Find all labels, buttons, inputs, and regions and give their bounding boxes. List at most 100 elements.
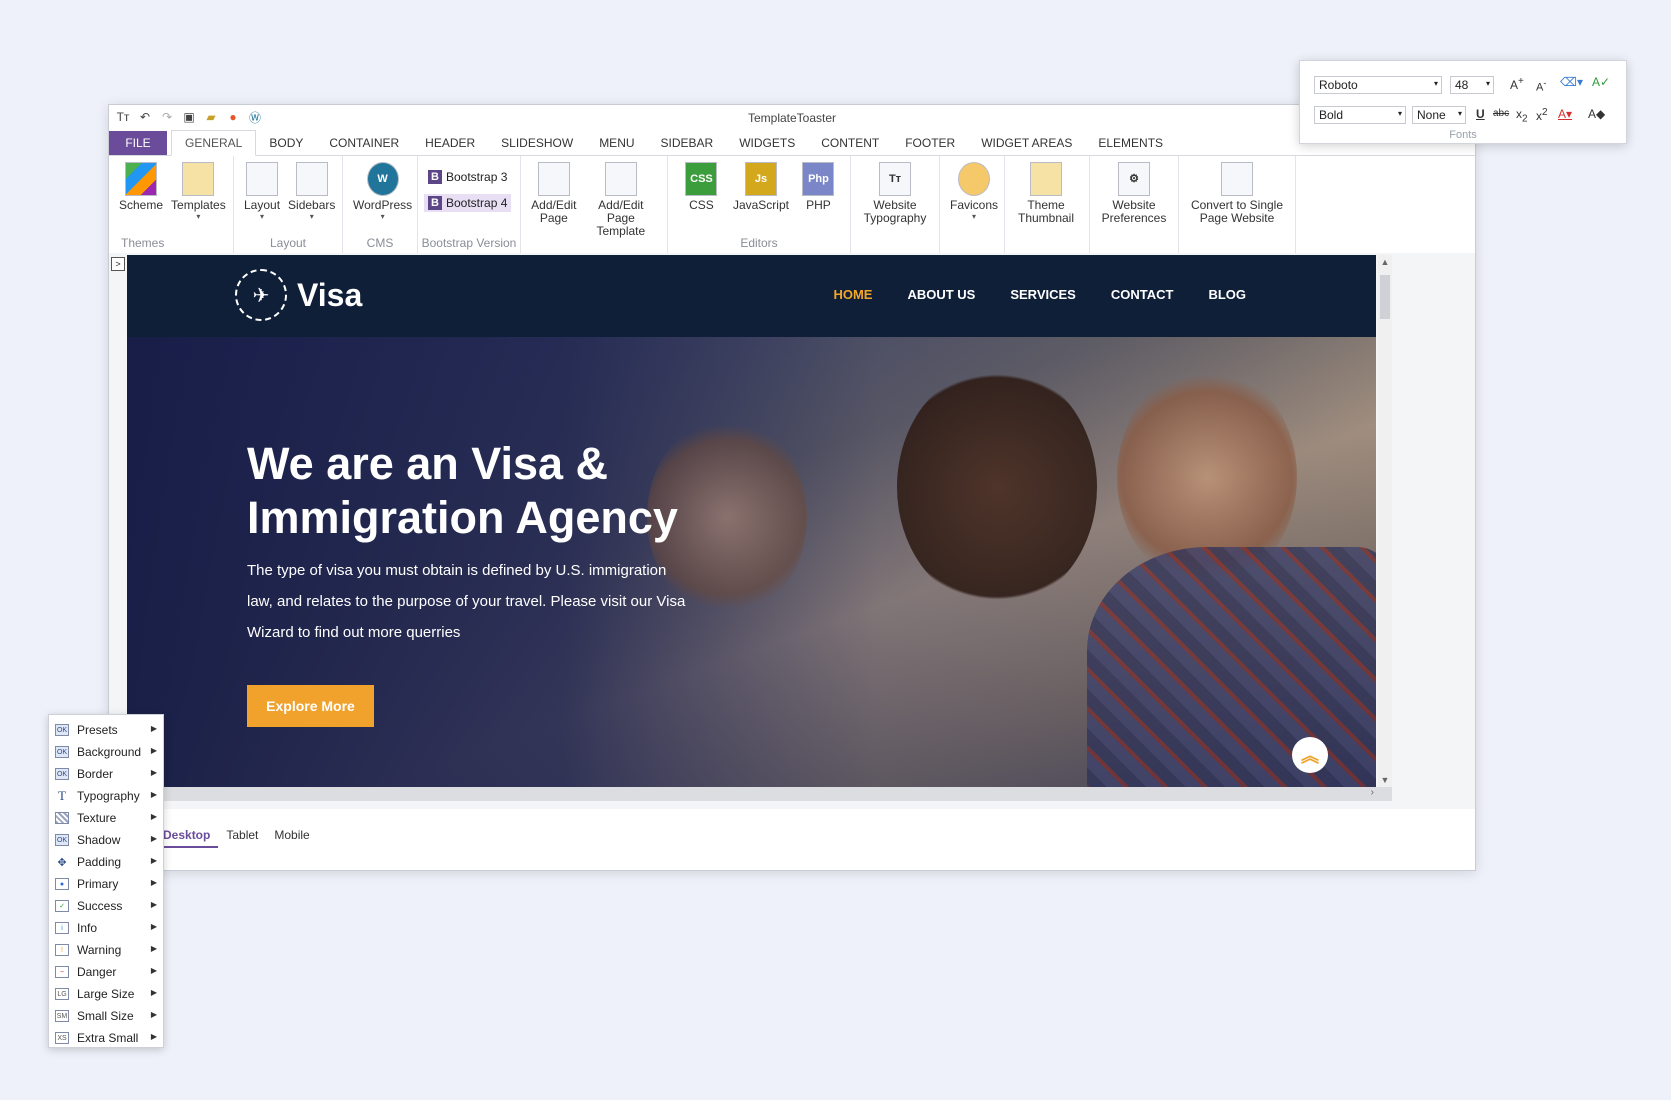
- ribbon-tabs: FILE GENERAL BODY CONTAINER HEADER SLIDE…: [109, 130, 1475, 156]
- submenu-arrow-icon: ▶: [150, 878, 157, 887]
- tab-container[interactable]: CONTAINER: [316, 131, 412, 155]
- horizontal-scrollbar[interactable]: ›: [127, 787, 1392, 801]
- tab-body[interactable]: BODY: [256, 131, 316, 155]
- bootstrap4-option[interactable]: B Bootstrap 4: [424, 194, 512, 212]
- hero-description[interactable]: The type of visa you must obtain is defi…: [247, 555, 687, 648]
- success-icon: ✓: [55, 900, 69, 912]
- clear-format-icon[interactable]: ⌫▾: [1560, 75, 1583, 89]
- underline-icon[interactable]: U: [1476, 107, 1485, 121]
- php-button[interactable]: Php PHP: [793, 156, 844, 212]
- menu-item-background[interactable]: OK Background ▶: [49, 741, 163, 763]
- menu-contact[interactable]: CONTACT: [1111, 287, 1174, 302]
- globe-plane-icon: ✈: [235, 269, 287, 321]
- menu-item-shadow[interactable]: OK Shadow ▶: [49, 829, 163, 851]
- menu-item-border[interactable]: OK Border ▶: [49, 763, 163, 785]
- scheme-icon: [125, 162, 158, 196]
- scroll-up-icon[interactable]: ▲: [1378, 255, 1392, 269]
- text-effects-icon[interactable]: A◆: [1588, 107, 1605, 121]
- menu-item-extra-small[interactable]: XS Extra Small ▶: [49, 1027, 163, 1049]
- scroll-thumb[interactable]: [1380, 275, 1390, 319]
- site-logo[interactable]: ✈ Visa: [235, 269, 362, 321]
- tab-file[interactable]: FILE: [109, 131, 167, 155]
- tab-menu[interactable]: MENU: [586, 131, 647, 155]
- scheme-button[interactable]: Scheme: [115, 156, 167, 212]
- hero-title[interactable]: We are an Visa & Immigration Agency: [247, 437, 717, 545]
- menu-item-success[interactable]: ✓ Success ▶: [49, 895, 163, 917]
- menu-services[interactable]: SERVICES: [1010, 287, 1076, 302]
- menu-item-info[interactable]: i Info ▶: [49, 917, 163, 939]
- tab-general[interactable]: GENERAL: [171, 130, 257, 156]
- tab-elements[interactable]: ELEMENTS: [1085, 131, 1176, 155]
- menu-blog[interactable]: BLOG: [1208, 287, 1246, 302]
- menu-item-typography[interactable]: T Typography ▶: [49, 785, 163, 807]
- decrease-font-icon[interactable]: A-: [1536, 78, 1546, 94]
- menu-item-padding[interactable]: ✥ Padding ▶: [49, 851, 163, 873]
- ribbon: Scheme Templates ▾ Themes Layout ▾ Sideb…: [109, 156, 1475, 255]
- menu-about-us[interactable]: ABOUT US: [907, 287, 975, 302]
- submenu-arrow-icon: ▶: [150, 790, 157, 799]
- menu-item-warning[interactable]: ! Warning ▶: [49, 939, 163, 961]
- hero-section[interactable]: We are an Visa & Immigration Agency The …: [127, 337, 1376, 787]
- tab-widget-areas[interactable]: WIDGET AREAS: [968, 131, 1085, 155]
- theme-thumbnail-button[interactable]: Theme Thumbnail: [1011, 156, 1081, 225]
- hero-photo-person2: [897, 367, 1097, 607]
- menu-item-presets[interactable]: OK Presets ▶: [49, 719, 163, 741]
- scroll-right-icon[interactable]: ›: [1371, 787, 1374, 798]
- font-color-icon[interactable]: A▾: [1558, 107, 1572, 121]
- font-weight-select[interactable]: Bold ▾: [1314, 106, 1406, 124]
- expand-panel-icon[interactable]: >: [111, 257, 125, 271]
- menu-item-small-size[interactable]: SM Small Size ▶: [49, 1005, 163, 1027]
- typography-icon: T: [58, 788, 66, 803]
- font-size-select[interactable]: 48 ▾: [1450, 76, 1494, 94]
- increase-font-icon[interactable]: A+: [1510, 76, 1524, 92]
- group-bootstrap: B Bootstrap 3 B Bootstrap 4 Bootstrap Vers…: [418, 156, 521, 254]
- design-canvas: > ✈ Visa HOME ABOUT US SERVICES CONTACT …: [109, 253, 1475, 809]
- add-edit-template-button[interactable]: Add/Edit Page Template: [581, 156, 661, 238]
- site-header[interactable]: ✈ Visa HOME ABOUT US SERVICES CONTACT BL…: [127, 255, 1376, 337]
- website-preferences-button[interactable]: ⚙ Website Preferences: [1096, 156, 1172, 225]
- subscript-icon[interactable]: x2: [1516, 107, 1528, 124]
- menu-item-texture[interactable]: Texture ▶: [49, 807, 163, 829]
- tab-sidebar[interactable]: SIDEBAR: [648, 131, 727, 155]
- tab-slideshow[interactable]: SLIDESHOW: [488, 131, 586, 155]
- favicons-button[interactable]: Favicons ▾: [946, 156, 1002, 222]
- website-typography-button[interactable]: Tт Website Typography: [857, 156, 933, 225]
- menu-item-primary[interactable]: ● Primary ▶: [49, 873, 163, 895]
- chevron-down-icon: ▾: [1397, 109, 1402, 118]
- typography-icon: Tт: [879, 162, 911, 196]
- convert-single-page-button[interactable]: Convert to Single Page Website: [1185, 156, 1289, 225]
- texture-icon: [55, 812, 69, 824]
- explore-more-button[interactable]: Explore More: [247, 685, 374, 727]
- submenu-arrow-icon: ▶: [150, 856, 157, 865]
- sidebars-button[interactable]: Sidebars ▾: [284, 156, 339, 222]
- vertical-scrollbar[interactable]: ▲ ▼: [1378, 255, 1392, 787]
- templates-button[interactable]: Templates ▾: [167, 156, 230, 222]
- tab-footer[interactable]: FOOTER: [892, 131, 968, 155]
- scroll-down-icon[interactable]: ▼: [1378, 773, 1392, 787]
- add-edit-page-button[interactable]: Add/Edit Page: [527, 156, 581, 225]
- javascript-button[interactable]: Js JavaScript: [729, 156, 793, 212]
- background-icon: OK: [55, 746, 69, 758]
- menu-item-large-size[interactable]: LG Large Size ▶: [49, 983, 163, 1005]
- tab-content[interactable]: CONTENT: [808, 131, 892, 155]
- group-label-editors: Editors: [740, 236, 778, 250]
- tab-header[interactable]: HEADER: [412, 131, 488, 155]
- css-button[interactable]: CSS CSS: [674, 156, 729, 212]
- tab-tablet[interactable]: Tablet: [218, 824, 266, 848]
- group-favicons: Favicons ▾: [940, 156, 1005, 254]
- spellcheck-icon[interactable]: A✓: [1592, 75, 1610, 89]
- text-decoration-select[interactable]: None ▾: [1412, 106, 1466, 124]
- superscript-icon[interactable]: x2: [1536, 107, 1548, 123]
- font-family-select[interactable]: Roboto ▾: [1314, 76, 1442, 94]
- strikethrough-icon[interactable]: abc: [1493, 108, 1509, 119]
- submenu-arrow-icon: ▶: [150, 1032, 157, 1041]
- bootstrap3-option[interactable]: B Bootstrap 3: [424, 168, 511, 186]
- tab-mobile[interactable]: Mobile: [266, 824, 317, 848]
- menu-item-danger[interactable]: − Danger ▶: [49, 961, 163, 983]
- wordpress-button[interactable]: W WordPress ▾: [349, 156, 416, 222]
- menu-home[interactable]: HOME: [833, 287, 872, 302]
- tab-desktop[interactable]: Desktop: [155, 824, 219, 848]
- tab-widgets[interactable]: WIDGETS: [726, 131, 808, 155]
- scroll-to-top-icon[interactable]: ︽: [1292, 737, 1328, 773]
- layout-button[interactable]: Layout ▾: [240, 156, 284, 222]
